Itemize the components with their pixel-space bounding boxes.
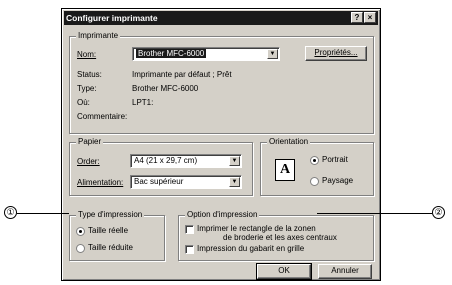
type-value: Brother MFC-6000 [132, 84, 199, 93]
order-label: Order: [77, 157, 100, 166]
callout-1: ① [4, 206, 17, 219]
callout-2-line [317, 213, 432, 214]
status-value: Imprimante par défaut ; Prêt [132, 70, 232, 79]
chevron-down-icon[interactable]: ▼ [229, 177, 240, 187]
portrait-radio[interactable] [310, 156, 319, 165]
orientation-group-title: Orientation [267, 137, 311, 147]
print-rect-label-line2[interactable]: de broderie et les axes centraux [223, 233, 337, 243]
actual-size-radio[interactable] [76, 227, 85, 236]
print-rect-checkbox[interactable] [185, 225, 194, 234]
paper-source-select[interactable]: Bac supérieur ▼ [130, 175, 242, 189]
printer-group: Imprimante Nom: Brother MFC-6000 ▼ Propr… [69, 31, 374, 134]
print-grid-checkbox[interactable] [185, 245, 194, 254]
print-grid-label[interactable]: Impression du gabarit en grille [197, 244, 304, 254]
portrait-page-icon: A [275, 159, 295, 181]
print-option-group-title: Option d'impression [185, 210, 260, 220]
properties-button[interactable]: Propriétés... [305, 46, 367, 61]
orientation-group: Orientation A Portrait Paysage [260, 137, 374, 196]
feed-label: Alimentation: [77, 178, 124, 187]
type-label: Type: [77, 84, 97, 93]
chevron-down-icon[interactable]: ▼ [267, 49, 278, 59]
printer-setup-dialog: Configurer imprimante ? × Imprimante Nom… [61, 8, 381, 281]
title-bar: Configurer imprimante ? × [64, 11, 378, 25]
dialog-title: Configurer imprimante [66, 13, 158, 23]
close-button[interactable]: × [364, 12, 376, 23]
reduced-size-label[interactable]: Taille réduite [88, 243, 133, 253]
paper-size-value: A4 (21 x 29,7 cm) [134, 156, 198, 165]
paper-group: Papier Order: A4 (21 x 29,7 cm) ▼ Alimen… [69, 137, 253, 196]
actual-size-label[interactable]: Taille réelle [88, 226, 128, 236]
help-button[interactable]: ? [351, 12, 363, 23]
landscape-radio[interactable] [310, 177, 319, 186]
cancel-button[interactable]: Annuler [318, 264, 372, 279]
paper-size-select[interactable]: A4 (21 x 29,7 cm) ▼ [130, 154, 242, 168]
print-option-group: Option d'impression Imprimer le rectangl… [178, 210, 374, 261]
callout-1-line [17, 213, 69, 214]
portrait-label[interactable]: Portrait [322, 155, 348, 165]
reduced-size-radio[interactable] [76, 244, 85, 253]
print-type-group-title: Type d'impression [76, 210, 145, 220]
paper-source-value: Bac supérieur [134, 177, 184, 186]
landscape-label[interactable]: Paysage [322, 176, 353, 186]
printer-name-select[interactable]: Brother MFC-6000 ▼ [132, 47, 280, 61]
ok-button[interactable]: OK [256, 263, 312, 280]
where-label: Où: [77, 98, 90, 107]
name-label: Nom: [77, 50, 97, 59]
status-label: Status: [77, 70, 102, 79]
callout-2: ② [432, 206, 445, 219]
where-value: LPT1: [132, 98, 154, 107]
printer-name-value: Brother MFC-6000 [136, 49, 207, 58]
printer-group-title: Imprimante [76, 31, 121, 41]
comment-label: Commentaire: [77, 112, 128, 121]
chevron-down-icon[interactable]: ▼ [229, 156, 240, 166]
print-type-group: Type d'impression Taille réelle Taille r… [69, 210, 165, 261]
paper-group-title: Papier [76, 137, 104, 147]
